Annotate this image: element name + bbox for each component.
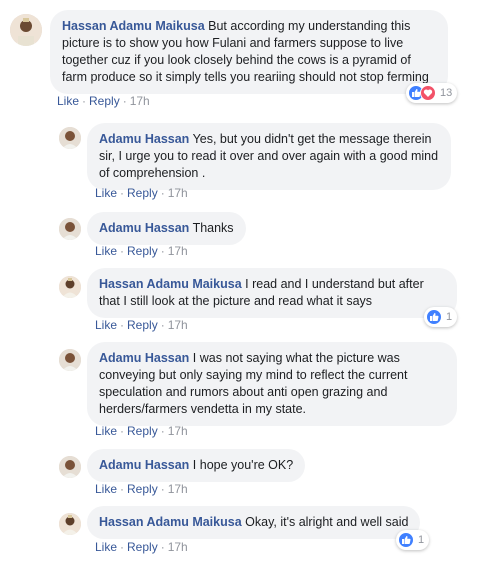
timestamp[interactable]: 17h xyxy=(168,482,188,496)
like-link[interactable]: Like xyxy=(95,186,117,200)
comment-author[interactable]: Adamu Hassan xyxy=(99,458,189,472)
timestamp[interactable]: 17h xyxy=(168,540,188,554)
like-link[interactable]: Like xyxy=(57,94,79,108)
comment-bubble: Hassan Adamu Maikusa I read and I unders… xyxy=(87,268,457,318)
comment-actions: Like · Reply · 17h xyxy=(95,244,188,258)
comment-bubble: Hassan Adamu Maikusa But according my un… xyxy=(50,10,448,94)
comment-author[interactable]: Adamu Hassan xyxy=(99,221,189,235)
timestamp[interactable]: 17h xyxy=(130,94,150,108)
reply-link[interactable]: Reply xyxy=(127,482,158,496)
reply-comment: Hassan Adamu Maikusa I read and I unders… xyxy=(0,266,492,342)
comment-bubble: Adamu Hassan I was not saying what the p… xyxy=(87,342,457,426)
reply-link[interactable]: Reply xyxy=(127,424,158,438)
reply-comment: Adamu Hassan I was not saying what the p… xyxy=(0,342,492,446)
timestamp[interactable]: 17h xyxy=(168,424,188,438)
comment-text: Thanks xyxy=(192,221,234,235)
reply-comment: Adamu Hassan Thanks Like · Reply · 17h xyxy=(0,204,492,266)
like-link[interactable]: Like xyxy=(95,482,117,496)
timestamp[interactable]: 17h xyxy=(168,318,188,332)
comment-text: Okay, it's alright and well said xyxy=(245,515,409,529)
comment-author[interactable]: Adamu Hassan xyxy=(99,351,189,365)
comment-bubble: Adamu Hassan Yes, but you didn't get the… xyxy=(87,123,451,190)
comment-actions: Like · Reply · 17h xyxy=(95,424,188,438)
avatar[interactable] xyxy=(59,349,81,371)
comment-author[interactable]: Hassan Adamu Maikusa xyxy=(99,515,242,529)
reply-link[interactable]: Reply xyxy=(127,540,158,554)
reactions-badge[interactable]: 1 xyxy=(424,307,458,327)
comment-author[interactable]: Hassan Adamu Maikusa xyxy=(99,277,242,291)
comment-actions: Like · Reply · 17h xyxy=(57,94,150,108)
reply-comment: Hassan Adamu Maikusa Okay, it's alright … xyxy=(0,504,492,563)
thumbs-up-icon xyxy=(426,309,442,325)
reaction-count: 1 xyxy=(446,311,453,323)
avatar[interactable] xyxy=(59,127,81,149)
reaction-count: 13 xyxy=(440,87,453,99)
reply-link[interactable]: Reply xyxy=(89,94,120,108)
comment-actions: Like · Reply · 17h xyxy=(95,482,188,496)
avatar[interactable] xyxy=(59,276,81,298)
comment-bubble: Hassan Adamu Maikusa Okay, it's alright … xyxy=(87,506,421,539)
comment-author[interactable]: Hassan Adamu Maikusa xyxy=(62,19,205,33)
comment-author[interactable]: Adamu Hassan xyxy=(99,132,189,146)
comment-actions: Like · Reply · 17h xyxy=(95,540,188,554)
like-link[interactable]: Like xyxy=(95,540,117,554)
timestamp[interactable]: 17h xyxy=(168,244,188,258)
reply-link[interactable]: Reply xyxy=(127,186,158,200)
like-link[interactable]: Like xyxy=(95,318,117,332)
thumbs-up-icon xyxy=(398,532,414,548)
avatar[interactable] xyxy=(59,513,81,535)
reactions-badge[interactable]: 1 xyxy=(396,530,430,550)
avatar[interactable] xyxy=(59,218,81,240)
comment-actions: Like · Reply · 17h xyxy=(95,318,188,332)
heart-icon xyxy=(420,85,436,101)
reply-comment: Adamu Hassan Yes, but you didn't get the… xyxy=(0,112,492,204)
comment-bubble: Adamu Hassan I hope you're OK? xyxy=(87,449,306,482)
comment-text: I hope you're OK? xyxy=(192,458,294,472)
avatar[interactable] xyxy=(59,456,81,478)
reactions-badge[interactable]: 13 xyxy=(406,83,458,103)
reply-link[interactable]: Reply xyxy=(127,244,158,258)
reply-link[interactable]: Reply xyxy=(127,318,158,332)
like-link[interactable]: Like xyxy=(95,424,117,438)
comment: Hassan Adamu Maikusa But according my un… xyxy=(0,0,492,112)
timestamp[interactable]: 17h xyxy=(168,186,188,200)
like-link[interactable]: Like xyxy=(95,244,117,258)
comment-bubble: Adamu Hassan Thanks xyxy=(87,212,246,245)
reaction-count: 1 xyxy=(418,534,425,546)
comment-actions: Like · Reply · 17h xyxy=(95,186,188,200)
reply-comment: Adamu Hassan I hope you're OK? Like · Repl… xyxy=(0,446,492,504)
avatar[interactable] xyxy=(10,14,42,46)
